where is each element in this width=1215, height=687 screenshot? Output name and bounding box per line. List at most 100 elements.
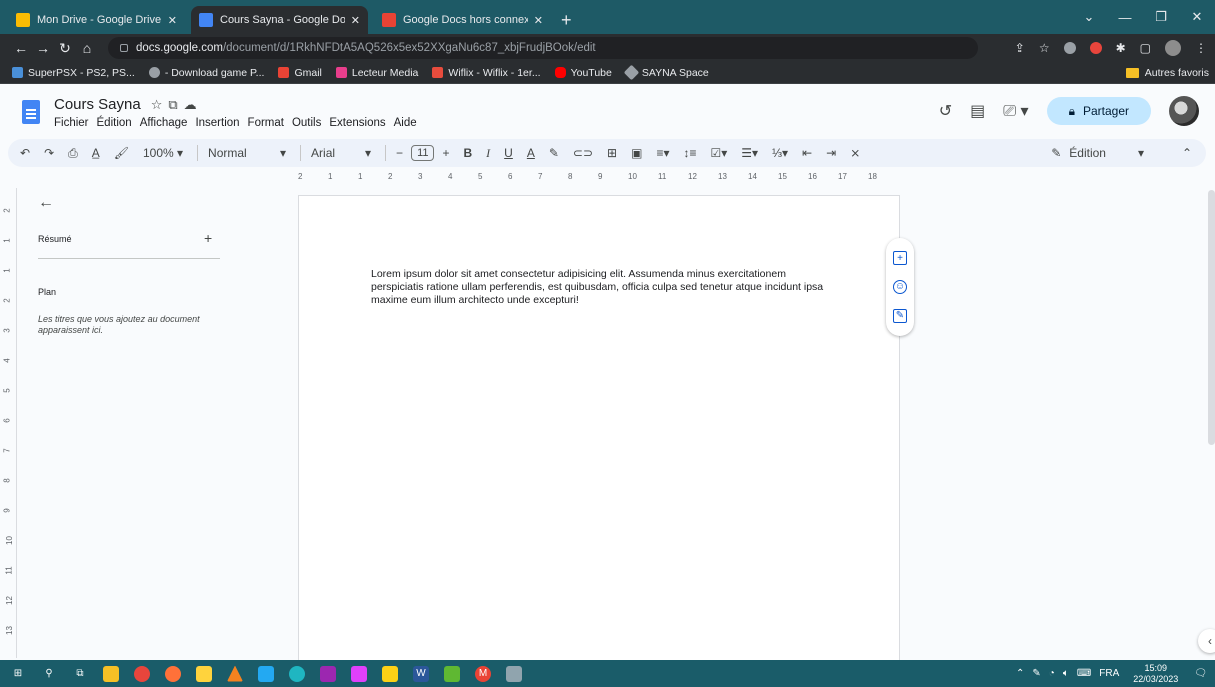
- url-input[interactable]: docs.google.com /document/d/1RkhNFDtA5AQ…: [108, 37, 978, 59]
- zoom-select[interactable]: 100% ▾: [143, 146, 183, 160]
- undo-icon[interactable]: ↶: [20, 146, 30, 160]
- add-comment-icon[interactable]: +: [893, 251, 907, 266]
- extension-icon[interactable]: [1089, 42, 1102, 54]
- browser-menu-icon[interactable]: ⋮: [1195, 41, 1207, 55]
- add-summary-icon[interactable]: +: [204, 230, 212, 246]
- font-select[interactable]: Arial ▾: [311, 146, 371, 160]
- menu-format[interactable]: Format: [248, 117, 284, 129]
- bulleted-list-icon[interactable]: ☰▾: [741, 146, 758, 160]
- tab-docs[interactable]: Cours Sayna - Google Docs ✕: [191, 6, 368, 34]
- clear-formatting-icon[interactable]: ⨯: [850, 146, 860, 160]
- firefox-icon[interactable]: [165, 665, 181, 682]
- hide-menus-icon[interactable]: ⌃: [1182, 146, 1192, 160]
- clock[interactable]: 15:09 22/03/2023: [1133, 663, 1178, 685]
- vlc-icon[interactable]: [227, 665, 243, 682]
- notifications-icon[interactable]: 🗨︎: [1194, 668, 1207, 679]
- windows-start-icon[interactable]: ⊞: [10, 666, 26, 682]
- bookmark-wiflix[interactable]: Wiflix - Wiflix - 1er...: [432, 67, 541, 79]
- bookmark-download-game[interactable]: - Download game P...: [148, 67, 264, 79]
- bookmark-sayna-space[interactable]: SAYNA Space: [623, 64, 709, 81]
- bookmark-superpsx[interactable]: SuperPSX - PS2, PS...: [12, 67, 135, 79]
- app-icon[interactable]: [506, 665, 522, 682]
- account-avatar[interactable]: [1169, 96, 1199, 126]
- minimize-icon[interactable]: —: [1107, 10, 1143, 25]
- meet-icon[interactable]: ⎚ ▾: [1003, 101, 1028, 121]
- add-comment-icon[interactable]: ⊞: [607, 146, 617, 160]
- gmail-icon[interactable]: M: [475, 665, 491, 682]
- close-outline-icon[interactable]: ←: [38, 194, 54, 212]
- back-icon[interactable]: ←: [10, 40, 32, 56]
- other-bookmarks[interactable]: Autres favoris: [1125, 62, 1209, 84]
- underline-icon[interactable]: U: [504, 146, 513, 160]
- horizontal-ruler[interactable]: 2 1 1 2 3 4 5 6 7 8 9 10 11 12 13 14 15 16 17 18: [298, 171, 900, 185]
- align-icon[interactable]: ≡▾: [656, 146, 669, 160]
- decrease-font-icon[interactable]: −: [396, 146, 403, 160]
- language-indicator[interactable]: FRA: [1099, 668, 1119, 679]
- bookmark-star-icon[interactable]: ☆: [1039, 41, 1050, 55]
- file-explorer-icon[interactable]: [103, 665, 119, 682]
- close-icon[interactable]: ✕: [168, 14, 177, 27]
- store-icon[interactable]: [196, 665, 212, 682]
- version-history-icon[interactable]: ↺: [939, 101, 952, 121]
- forward-icon[interactable]: →: [32, 40, 54, 56]
- menu-edition[interactable]: Édition: [97, 117, 132, 129]
- menu-outils[interactable]: Outils: [292, 117, 321, 129]
- profile-avatar[interactable]: [1165, 40, 1181, 56]
- document-body-text[interactable]: Lorem ipsum dolor sit amet consectetur a…: [371, 268, 841, 307]
- pen-icon[interactable]: ✎: [1032, 668, 1040, 679]
- bookmark-lecteur-media[interactable]: Lecteur Media: [335, 67, 418, 79]
- suggest-edit-icon[interactable]: ✎: [893, 308, 907, 323]
- reload-icon[interactable]: ↻: [54, 40, 76, 57]
- app-icon[interactable]: [351, 665, 367, 682]
- link-icon[interactable]: ⊂⊃: [573, 146, 593, 160]
- edge-icon[interactable]: [289, 665, 305, 682]
- font-size-input[interactable]: 11: [411, 145, 435, 161]
- bold-icon[interactable]: B: [464, 146, 473, 160]
- bookmark-youtube[interactable]: YouTube: [554, 67, 612, 79]
- document-page[interactable]: Lorem ipsum dolor sit amet consectetur a…: [298, 195, 900, 665]
- share-page-icon[interactable]: ⇪: [1015, 41, 1025, 55]
- cloud-status-icon[interactable]: ☁: [184, 97, 203, 112]
- italic-icon[interactable]: I: [486, 146, 490, 161]
- text-color-icon[interactable]: A: [527, 146, 535, 160]
- editing-mode-select[interactable]: ✎ Édition ▾: [1051, 146, 1144, 160]
- increase-indent-icon[interactable]: ⇥: [826, 146, 836, 160]
- checklist-icon[interactable]: ☑▾: [710, 146, 727, 160]
- highlight-icon[interactable]: ✎: [549, 146, 559, 160]
- increase-font-icon[interactable]: +: [442, 146, 449, 160]
- share-button[interactable]: 🔒︎ Partager: [1046, 97, 1151, 125]
- document-title[interactable]: Cours Sayna: [54, 96, 141, 113]
- menu-fichier[interactable]: Fichier: [54, 117, 89, 129]
- menu-affichage[interactable]: Affichage: [140, 117, 188, 129]
- close-icon[interactable]: ✕: [351, 14, 360, 27]
- redo-icon[interactable]: ↷: [44, 146, 54, 160]
- tab-docs-offline[interactable]: Google Docs hors connexion - C ✕: [374, 6, 551, 34]
- menu-extensions[interactable]: Extensions: [329, 117, 385, 129]
- sticky-notes-icon[interactable]: [382, 665, 398, 682]
- line-spacing-icon[interactable]: ↕≡: [683, 146, 696, 160]
- decrease-indent-icon[interactable]: ⇤: [802, 146, 812, 160]
- insert-image-icon[interactable]: ▣: [631, 146, 642, 160]
- search-icon[interactable]: ⚲: [41, 666, 57, 682]
- numbered-list-icon[interactable]: ⅓▾: [772, 146, 788, 160]
- app-icon[interactable]: [444, 665, 460, 682]
- menu-aide[interactable]: Aide: [394, 117, 417, 129]
- home-icon[interactable]: ⌂: [76, 40, 98, 56]
- app-icon[interactable]: [320, 665, 336, 682]
- paint-format-icon[interactable]: 🖌︎: [114, 146, 129, 160]
- move-folder-icon[interactable]: ⧉: [168, 97, 183, 112]
- vertical-ruler[interactable]: 2 1 1 2 3 4 5 6 7 8 9 10 11 12 13: [3, 188, 17, 658]
- tab-drive[interactable]: Mon Drive - Google Drive ✕: [8, 6, 185, 34]
- comments-icon[interactable]: ▤: [970, 101, 985, 121]
- wifi-icon[interactable]: ◔: [1049, 668, 1055, 679]
- star-icon[interactable]: ☆: [151, 97, 169, 112]
- close-icon[interactable]: ✕: [534, 14, 543, 27]
- vertical-scrollbar[interactable]: [1208, 190, 1215, 445]
- vscode-icon[interactable]: [258, 665, 274, 682]
- restore-icon[interactable]: ❐: [1143, 9, 1179, 25]
- new-tab-button[interactable]: +: [557, 6, 572, 34]
- keyboard-icon[interactable]: ⌨: [1077, 668, 1091, 679]
- task-view-icon[interactable]: ⧉: [72, 666, 88, 682]
- show-side-panel-icon[interactable]: ‹: [1198, 629, 1215, 653]
- menu-insertion[interactable]: Insertion: [195, 117, 239, 129]
